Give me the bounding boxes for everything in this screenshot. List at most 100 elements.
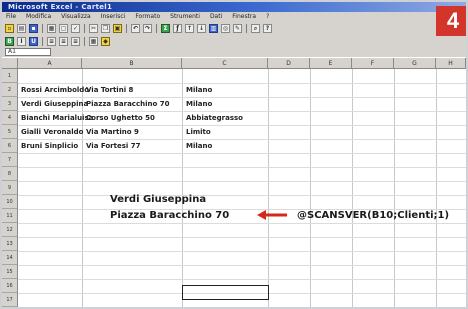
bold-icon[interactable]: B	[5, 36, 14, 46]
help-icon[interactable]: ?	[263, 24, 272, 33]
row-header[interactable]: 3	[2, 97, 18, 111]
active-cell-selection[interactable]	[182, 285, 269, 300]
save-icon[interactable]: ▪	[29, 24, 38, 33]
formula-text: @SCANSVER(B10;Clienti;1)	[297, 210, 450, 221]
row-header[interactable]: 6	[2, 139, 18, 153]
column-header-b[interactable]: B	[82, 58, 182, 69]
row-header[interactable]: 8	[2, 167, 18, 181]
chart-wizard-icon[interactable]: ▥	[209, 24, 218, 33]
align-left-icon[interactable]: ≡	[47, 36, 56, 46]
grid-line	[18, 223, 466, 224]
open-folder-icon[interactable]: ▤	[17, 24, 26, 33]
cut-icon[interactable]: ✂	[89, 24, 98, 33]
map-icon[interactable]: ◎	[221, 24, 230, 33]
row-header[interactable]: 17	[2, 293, 18, 307]
autosum-icon[interactable]: Σ	[161, 24, 170, 33]
row-header[interactable]: 4	[2, 111, 18, 125]
cell-a5[interactable]: Gialli Veronaldo	[21, 125, 83, 139]
menu-format[interactable]: Formato	[135, 12, 160, 22]
cell-c4[interactable]: Abbiategrasso	[186, 111, 243, 125]
toolbar-separator	[126, 24, 127, 33]
cell-a3[interactable]: Verdi Giuseppina	[21, 97, 88, 111]
row-header[interactable]: 1	[2, 69, 18, 83]
italic-icon[interactable]: I	[17, 36, 26, 46]
column-header-e[interactable]: E	[310, 58, 352, 69]
redo-icon[interactable]: ↷	[143, 24, 152, 33]
name-box[interactable]: A1	[5, 48, 51, 56]
grid-line	[394, 69, 395, 307]
row-header[interactable]: 15	[2, 265, 18, 279]
row-header[interactable]: 9	[2, 181, 18, 195]
sort-ascending-icon[interactable]: ↑	[185, 24, 194, 33]
cell-a4[interactable]: Bianchi Marialuisa	[21, 111, 93, 125]
row-header[interactable]: 2	[2, 83, 18, 97]
column-header-g[interactable]: G	[394, 58, 436, 69]
column-header-a[interactable]: A	[18, 58, 82, 69]
spreadsheet-window: Microsoft Excel - Cartel1 File Modifica …	[0, 0, 468, 309]
paste-icon[interactable]: ▣	[113, 24, 122, 33]
cell-c3[interactable]: Milano	[186, 97, 212, 111]
align-right-icon[interactable]: ≡	[71, 36, 80, 46]
window-title: Microsoft Excel - Cartel1	[8, 3, 113, 11]
undo-icon[interactable]: ↶	[131, 24, 140, 33]
menu-file[interactable]: File	[6, 12, 16, 22]
align-center-icon[interactable]: ≡	[59, 36, 68, 46]
row-header[interactable]: 14	[2, 251, 18, 265]
cell-a2[interactable]: Rossi Arcimboldo	[21, 83, 89, 97]
row-header[interactable]: 12	[2, 223, 18, 237]
borders-icon[interactable]: ▦	[89, 36, 98, 46]
cell-b2[interactable]: Via Tortini 8	[86, 83, 133, 97]
grid-line	[18, 153, 466, 154]
grid-line	[310, 69, 311, 307]
zoom-icon[interactable]: ⌕	[251, 24, 260, 33]
cell-b4[interactable]: Corso Ughetto 50	[86, 111, 155, 125]
select-all-corner[interactable]	[2, 58, 18, 69]
row-header[interactable]: 7	[2, 153, 18, 167]
result-address: Piazza Baracchino 70	[110, 210, 230, 221]
menu-tools[interactable]: Strumenti	[170, 12, 200, 22]
row-header[interactable]: 13	[2, 237, 18, 251]
toolbar-separator	[84, 24, 85, 33]
row-header[interactable]: 11	[2, 209, 18, 223]
grid-line	[352, 69, 353, 307]
menu-bar: File Modifica Visualizza Inserisci Forma…	[2, 12, 466, 22]
menu-insert[interactable]: Inserisci	[101, 12, 126, 22]
cell-c6[interactable]: Milano	[186, 139, 212, 153]
column-header-d[interactable]: D	[268, 58, 310, 69]
grid-line	[18, 181, 466, 182]
cell-b5[interactable]: Via Martino 9	[86, 125, 139, 139]
row-header[interactable]: 5	[2, 125, 18, 139]
print-icon[interactable]: ▦	[47, 24, 56, 33]
fill-color-icon[interactable]: ◆	[101, 36, 110, 46]
function-icon[interactable]: ƒ	[173, 24, 182, 33]
spell-check-icon[interactable]: ✓	[71, 24, 80, 33]
column-header-h[interactable]: H	[436, 58, 466, 69]
menu-help[interactable]: ?	[266, 12, 269, 22]
cell-a6[interactable]: Bruni Sinplicio	[21, 139, 78, 153]
new-file-icon[interactable]: ▫	[5, 24, 14, 33]
menu-view[interactable]: Visualizza	[61, 12, 91, 22]
menu-edit[interactable]: Modifica	[26, 12, 51, 22]
cell-b3[interactable]: Piazza Baracchino 70	[86, 97, 169, 111]
grid-line	[18, 167, 466, 168]
column-header-c[interactable]: C	[182, 58, 268, 69]
grid-line	[18, 195, 466, 196]
copy-icon[interactable]: ❐	[101, 24, 110, 33]
cell-c5[interactable]: Limito	[186, 125, 211, 139]
formatting-toolbar: B I U ≡ ≡ ≡ ▦ ◆	[2, 35, 466, 47]
sort-descending-icon[interactable]: ↓	[197, 24, 206, 33]
toolbar-separator	[156, 24, 157, 33]
row-header[interactable]: 16	[2, 279, 18, 293]
column-header-f[interactable]: F	[352, 58, 394, 69]
menu-data[interactable]: Dati	[210, 12, 222, 22]
row-header[interactable]: 10	[2, 195, 18, 209]
underline-icon[interactable]: U	[29, 36, 38, 46]
cell-c2[interactable]: Milano	[186, 83, 212, 97]
drawing-icon[interactable]: ✎	[233, 24, 242, 33]
spreadsheet-grid: A B C D E F G H 1 2 3 4 5 6 7 8 9 10 11 …	[2, 58, 466, 307]
grid-line	[18, 237, 466, 238]
preview-icon[interactable]: ▢	[59, 24, 68, 33]
cell-b6[interactable]: Via Fortesi 77	[86, 139, 140, 153]
menu-window[interactable]: Finestra	[232, 12, 256, 22]
grid-line	[18, 265, 466, 266]
